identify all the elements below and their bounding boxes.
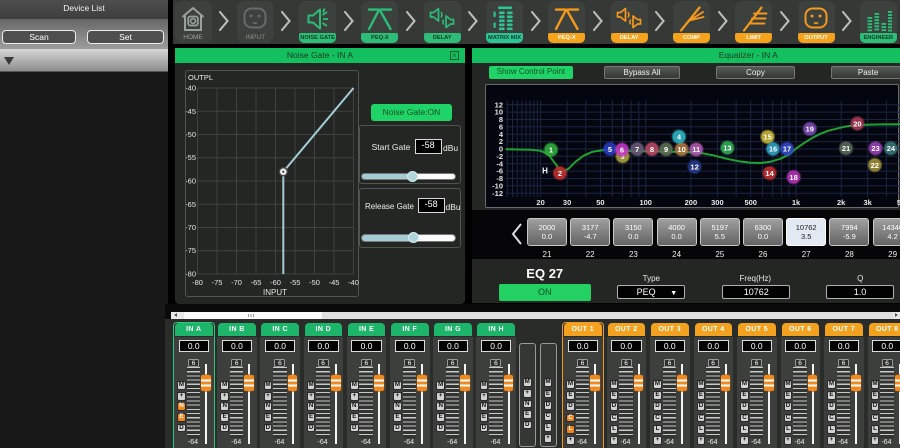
svg-text:2k: 2k (837, 198, 846, 207)
svg-text:9: 9 (664, 145, 668, 154)
svg-text:-40: -40 (348, 278, 359, 287)
svg-text:50: 50 (597, 198, 605, 207)
svg-text:300: 300 (712, 198, 725, 207)
svg-text:-50: -50 (309, 278, 320, 287)
svg-text:5: 5 (608, 145, 612, 154)
svg-text:INPUT: INPUT (263, 288, 287, 297)
svg-text:17: 17 (783, 145, 791, 154)
svg-text:6: 6 (620, 146, 624, 155)
svg-text:H: H (543, 167, 549, 176)
svg-text:100: 100 (640, 198, 653, 207)
svg-text:22: 22 (871, 161, 879, 170)
svg-text:-70: -70 (231, 278, 242, 287)
svg-text:200: 200 (685, 198, 698, 207)
svg-text:20: 20 (854, 120, 862, 129)
svg-text:-65: -65 (251, 278, 262, 287)
svg-text:30: 30 (563, 198, 571, 207)
svg-text:21: 21 (842, 144, 850, 153)
svg-text:8: 8 (650, 145, 654, 154)
svg-text:-60: -60 (186, 177, 196, 186)
svg-text:1: 1 (549, 146, 553, 155)
svg-text:19: 19 (806, 125, 814, 134)
svg-text:-45: -45 (329, 278, 340, 287)
svg-text:1k: 1k (792, 198, 801, 207)
svg-text:12: 12 (691, 163, 699, 172)
svg-text:-60: -60 (270, 278, 281, 287)
svg-text:-50: -50 (186, 130, 196, 139)
svg-text:24: 24 (887, 144, 896, 153)
svg-text:23: 23 (872, 144, 880, 153)
svg-text:-45: -45 (186, 107, 196, 116)
svg-text:-40: -40 (186, 84, 196, 93)
svg-text:20: 20 (537, 198, 545, 207)
svg-text:11: 11 (693, 145, 701, 154)
svg-text:16: 16 (769, 145, 777, 154)
svg-text:-75: -75 (212, 278, 223, 287)
svg-text:3k: 3k (864, 198, 873, 207)
svg-text:500: 500 (745, 198, 758, 207)
svg-text:2: 2 (558, 169, 562, 178)
svg-text:-55: -55 (290, 278, 301, 287)
svg-text:-70: -70 (186, 223, 196, 232)
svg-text:-55: -55 (186, 153, 196, 162)
svg-text:-75: -75 (186, 246, 196, 255)
svg-text:10: 10 (678, 145, 686, 154)
svg-text:18: 18 (790, 173, 798, 182)
svg-text:15: 15 (764, 133, 772, 142)
svg-text:-12: -12 (493, 189, 504, 198)
svg-text:-80: -80 (192, 278, 203, 287)
svg-text:14: 14 (766, 169, 775, 178)
svg-text:7: 7 (636, 145, 640, 154)
svg-text:-65: -65 (186, 200, 196, 209)
svg-text:13: 13 (724, 144, 732, 153)
